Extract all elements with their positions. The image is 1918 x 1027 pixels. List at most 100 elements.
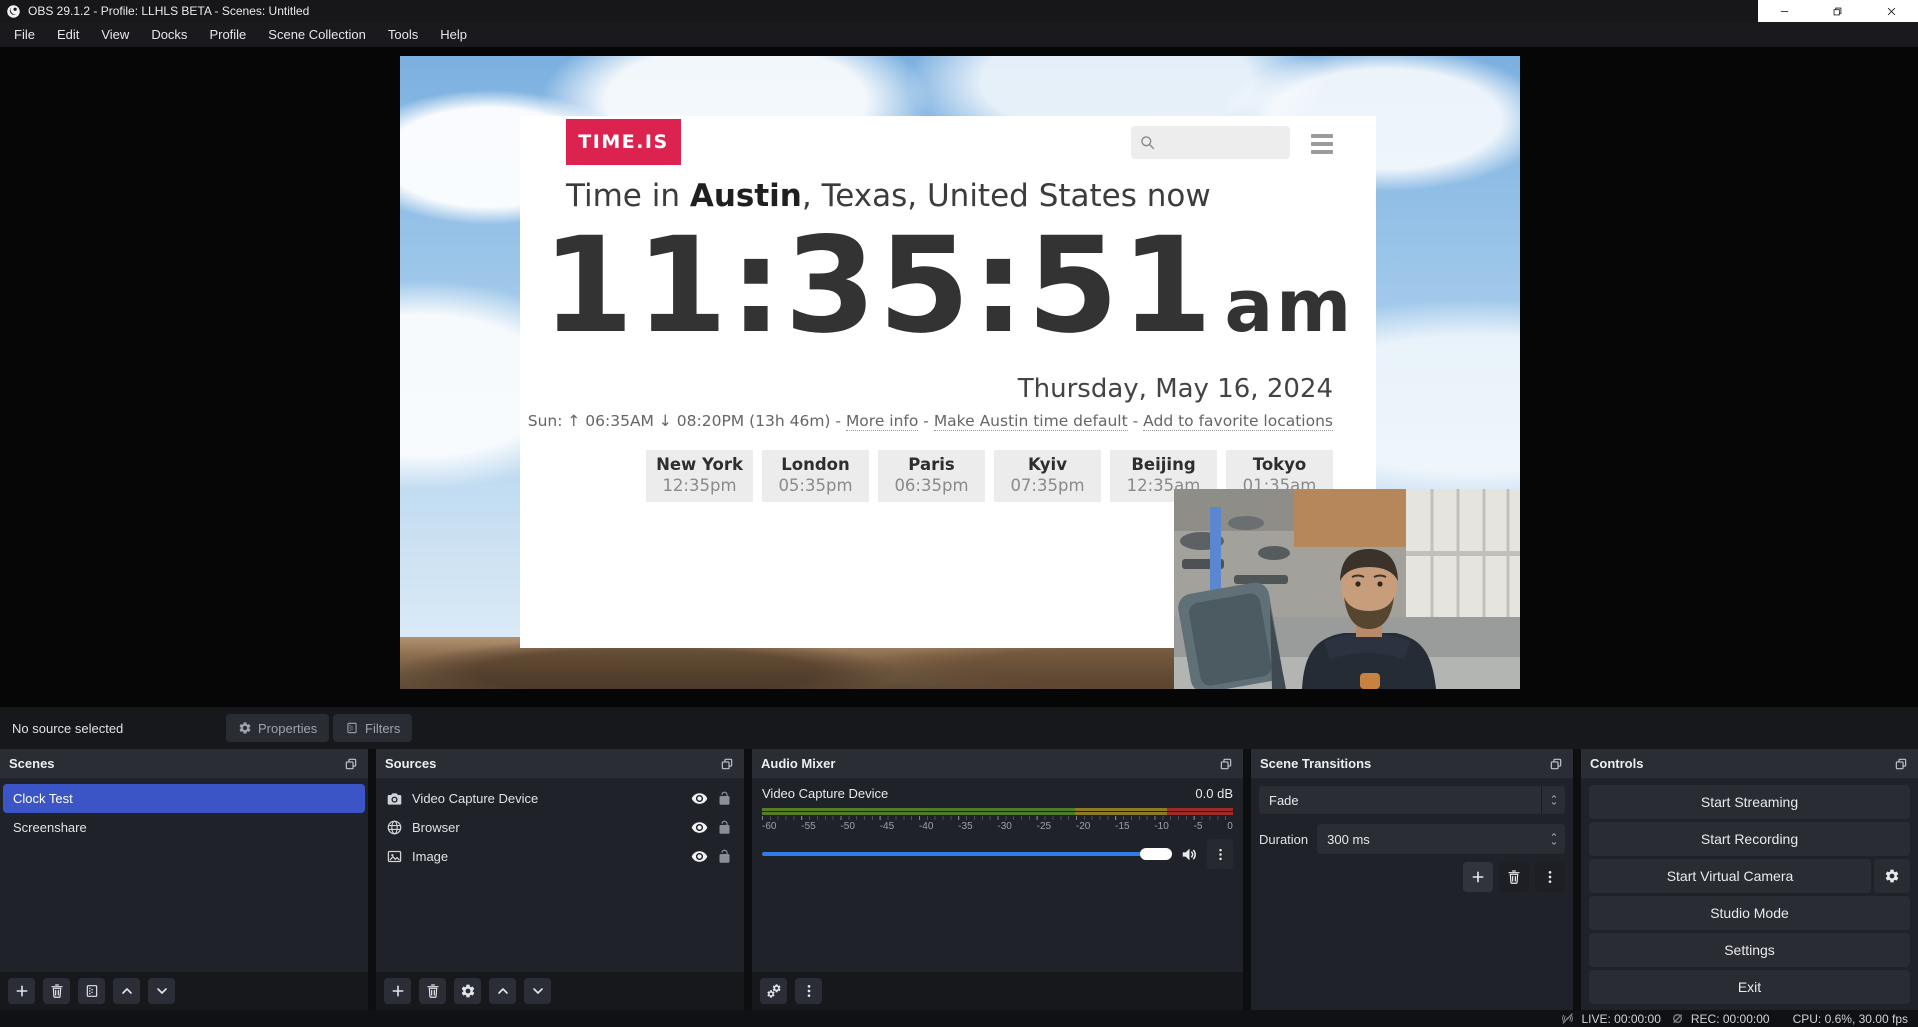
sources-panel-header: Sources [376, 749, 744, 778]
start-virtual-camera-button[interactable]: Start Virtual Camera [1589, 859, 1871, 893]
source-up-button[interactable] [489, 978, 516, 1004]
controls-panel-title: Controls [1590, 756, 1643, 771]
duration-spinbox[interactable]: 300 ms [1317, 824, 1565, 854]
timeis-date: Thursday, May 16, 2024 [1018, 374, 1333, 404]
mixer-channel: Video Capture Device 0.0 dB -60-55-50-45… [752, 778, 1243, 869]
source-down-button[interactable] [524, 978, 551, 1004]
mixer-channel-menu-button[interactable] [1207, 839, 1233, 869]
audio-mixer-panel: Audio Mixer Video Capture Device 0.0 dB … [752, 749, 1243, 1010]
spin-up-icon[interactable] [1549, 831, 1559, 838]
mixer-menu-button[interactable] [795, 978, 822, 1004]
popout-icon[interactable] [343, 757, 359, 771]
start-recording-button[interactable]: Start Recording [1589, 822, 1910, 856]
source-properties-button[interactable] [454, 978, 481, 1004]
menu-edit[interactable]: Edit [46, 22, 90, 47]
city-card[interactable]: Paris06:35pm [878, 450, 985, 502]
menu-profile[interactable]: Profile [198, 22, 257, 47]
remove-transition-button[interactable] [1499, 862, 1529, 892]
add-favorite-link[interactable]: Add to favorite locations [1143, 412, 1333, 431]
restore-icon [1832, 6, 1843, 17]
transition-selected-value: Fade [1259, 793, 1541, 808]
minimize-icon [1779, 6, 1790, 17]
menu-file[interactable]: File [3, 22, 46, 47]
make-default-link[interactable]: Make Austin time default [934, 412, 1128, 431]
volume-slider[interactable] [762, 852, 1172, 856]
remove-scene-button[interactable] [43, 978, 70, 1004]
mixer-channel-name: Video Capture Device [762, 786, 888, 801]
chevron-down-icon [1549, 800, 1559, 807]
popout-icon[interactable] [1893, 757, 1909, 771]
menu-docks[interactable]: Docks [140, 22, 198, 47]
hamburger-menu-icon[interactable] [1311, 134, 1333, 154]
stream-inactive-icon [1560, 1012, 1575, 1025]
live-status: LIVE: 00:00:00 [1560, 1012, 1660, 1026]
exit-button[interactable]: Exit [1589, 970, 1910, 1004]
scene-item-screenshare[interactable]: Screenshare [3, 813, 365, 842]
transition-select[interactable]: Fade [1259, 786, 1565, 814]
trash-icon [425, 983, 441, 999]
mixer-toolbar [752, 972, 1243, 1010]
plus-icon [14, 983, 30, 999]
lock-open-icon[interactable] [717, 849, 732, 864]
popout-icon[interactable] [719, 757, 735, 771]
transition-menu-button[interactable] [1535, 862, 1565, 892]
scene-up-button[interactable] [113, 978, 140, 1004]
maximize-button[interactable] [1811, 0, 1864, 22]
program-preview[interactable]: TIME.IS Time in Austin, Texas, United St… [400, 56, 1520, 689]
rec-timer: REC: 00:00:00 [1691, 1012, 1770, 1026]
image-icon [386, 848, 403, 865]
more-info-link[interactable]: More info [846, 412, 918, 431]
properties-button[interactable]: Properties [226, 714, 329, 742]
speaker-icon[interactable] [1180, 845, 1199, 864]
add-scene-button[interactable] [8, 978, 35, 1004]
add-source-button[interactable] [384, 978, 411, 1004]
source-row-image[interactable]: Image [376, 842, 744, 871]
scene-filters-button[interactable] [78, 978, 105, 1004]
sources-toolbar [376, 972, 744, 1010]
source-row-browser[interactable]: Browser [376, 813, 744, 842]
visibility-eye-icon[interactable] [691, 819, 708, 836]
visibility-eye-icon[interactable] [691, 790, 708, 807]
gear-icon [460, 983, 476, 999]
obs-logo-icon [6, 4, 21, 19]
menu-view[interactable]: View [90, 22, 140, 47]
spin-down-icon[interactable] [1549, 840, 1559, 847]
visibility-eye-icon[interactable] [691, 848, 708, 865]
plus-icon [390, 983, 406, 999]
lock-open-icon[interactable] [717, 791, 732, 806]
city-card[interactable]: Kyiv07:35pm [994, 450, 1101, 502]
close-icon [1886, 6, 1897, 17]
menu-scene-collection[interactable]: Scene Collection [257, 22, 377, 47]
scene-item-clock-test[interactable]: Clock Test [3, 784, 365, 813]
title-bar: OBS 29.1.2 - Profile: LLHLS BETA - Scene… [0, 0, 1918, 22]
window-title: OBS 29.1.2 - Profile: LLHLS BETA - Scene… [28, 4, 309, 18]
studio-mode-button[interactable]: Studio Mode [1589, 896, 1910, 930]
source-toolbar: No source selected Properties Filters [0, 707, 1918, 749]
scene-down-button[interactable] [148, 978, 175, 1004]
volume-slider-handle[interactable] [1140, 848, 1172, 860]
lock-open-icon[interactable] [717, 820, 732, 835]
city-card[interactable]: New York12:35pm [646, 450, 753, 502]
minimize-button[interactable] [1758, 0, 1811, 22]
remove-source-button[interactable] [419, 978, 446, 1004]
sources-panel-title: Sources [385, 756, 436, 771]
meter-scale: -60-55-50-45-40-35-30-25-20-15-10-50 [762, 821, 1233, 832]
menu-bar: File Edit View Docks Profile Scene Colle… [0, 22, 1918, 47]
filters-button[interactable]: Filters [333, 714, 412, 742]
start-streaming-button[interactable]: Start Streaming [1589, 785, 1910, 819]
mixer-level-db: 0.0 dB [1195, 786, 1233, 801]
timeis-search-box[interactable] [1131, 126, 1290, 159]
menu-tools[interactable]: Tools [377, 22, 429, 47]
sun-info: Sun: ↑ 06:35AM ↓ 08:20PM (13h 46m) - [528, 412, 846, 430]
popout-icon[interactable] [1548, 757, 1564, 771]
advanced-audio-button[interactable] [760, 978, 787, 1004]
city-card[interactable]: London05:35pm [762, 450, 869, 502]
menu-help[interactable]: Help [429, 22, 478, 47]
clock-digits: 11:35:51 [542, 220, 1215, 352]
source-row-video-capture[interactable]: Video Capture Device [376, 784, 744, 813]
close-button[interactable] [1865, 0, 1918, 22]
virtual-camera-config-button[interactable] [1874, 859, 1910, 893]
settings-button[interactable]: Settings [1589, 933, 1910, 967]
add-transition-button[interactable] [1463, 862, 1493, 892]
popout-icon[interactable] [1218, 757, 1234, 771]
